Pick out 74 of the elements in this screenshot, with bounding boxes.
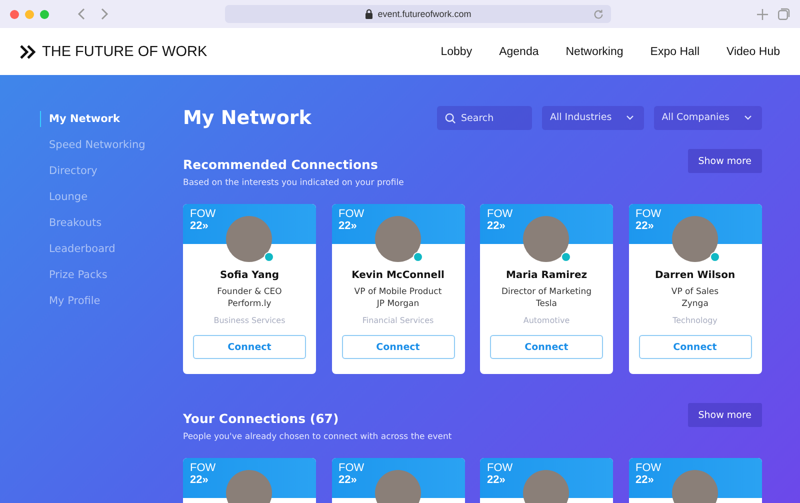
event-badge-year: 22» [487,220,506,232]
connect-button[interactable]: Connect [638,335,752,359]
event-badge-year: 22» [636,220,655,232]
chevron-down-icon [626,115,634,120]
show-more-button[interactable]: Show more [688,403,762,427]
event-badge-year: 22» [487,474,506,486]
nav-link[interactable]: Expo Hall [650,46,700,58]
show-more-button[interactable]: Show more [688,149,762,173]
person-role: VP of Mobile Product [354,286,442,298]
address-bar[interactable]: event.futureofwork.com [225,5,611,23]
event-badge-year: 22» [190,474,210,486]
nav-link[interactable]: Networking [566,46,624,58]
event-badge-year: 22» [636,474,655,486]
nav-link[interactable]: Video Hub [726,46,780,58]
new-tab-icon[interactable] [757,8,768,20]
sidebar-item[interactable]: Breakouts [40,215,143,231]
person-industry: Financial Services [362,316,434,325]
lock-icon [364,9,373,19]
connect-button[interactable]: Connect [193,335,306,359]
sidebar-item[interactable]: My Profile [40,293,143,309]
close-window-icon[interactable] [10,10,19,18]
event-badge-year: 22» [338,474,358,486]
person-industry: Technology [672,316,718,325]
logo-text[interactable]: THE FUTURE OF WORK [42,44,208,60]
forward-icon[interactable] [99,7,109,21]
event-badge-year: 22» [190,220,210,232]
sidebar-item[interactable]: Speed Networking [40,137,143,153]
person-role: Founder & CEO [217,286,282,298]
chevron-down-icon [744,115,752,120]
person-company: Zynga [682,298,708,310]
section-title: Recommended Connections [183,157,379,172]
maximize-window-icon[interactable] [40,10,49,18]
tabs-overview-icon[interactable] [778,8,790,20]
person-name: Darren Wilson [654,270,736,281]
reload-icon[interactable] [593,9,604,20]
event-badge-text: FOW [190,462,217,474]
person-name: Kevin McConnell [352,270,444,281]
person-company: Perform.ly [228,298,272,310]
back-icon[interactable] [77,7,87,21]
url-text: event.futureofwork.com [378,9,472,19]
event-badge-text: FOW [190,208,217,220]
section-title: Your Connections (67) [183,411,340,426]
sidebar-item[interactable]: Directory [40,163,143,179]
event-badge-text: FOW [338,208,366,220]
minimize-window-icon[interactable] [25,10,34,18]
sidebar-item[interactable]: Leaderboard [40,241,143,257]
person-name: Maria Ramirez [506,270,588,281]
person-name: Sofia Yang [220,270,280,281]
filter-dropdown[interactable]: All Companies [654,106,762,130]
nav-link[interactable]: Lobby [440,46,472,58]
person-company: JP Morgan [376,298,420,310]
connect-button[interactable]: Connect [342,335,454,359]
person-industry: Business Services [214,316,286,325]
nav-link[interactable]: Agenda [499,46,539,58]
person-company: Tesla [536,298,557,310]
section-subtitle: Based on the interests you indicated on your profile [183,178,404,188]
sidebar-item[interactable]: Prize Packs [40,267,143,283]
event-badge-year: 22» [338,220,358,232]
section-subtitle: People you've already chosen to connect with across the event [183,432,452,442]
search-icon [445,112,456,124]
event-badge-text: FOW [487,462,514,474]
sidebar-item[interactable]: My Network [40,111,143,127]
double-chevron-logo-icon [20,44,36,58]
sidebar-item[interactable]: Lounge [40,189,143,205]
event-badge-text: FOW [487,208,514,220]
person-industry: Automotive [523,316,570,325]
event-badge-text: FOW [636,208,662,220]
person-role: VP of Sales [671,286,719,298]
event-badge-text: FOW [636,462,662,474]
event-badge-text: FOW [338,462,366,474]
filter-dropdown[interactable]: All Industries [542,106,644,130]
connect-button[interactable]: Connect [490,335,603,359]
person-role: Director of Marketing [501,286,592,298]
page-title: My Network [183,107,312,129]
